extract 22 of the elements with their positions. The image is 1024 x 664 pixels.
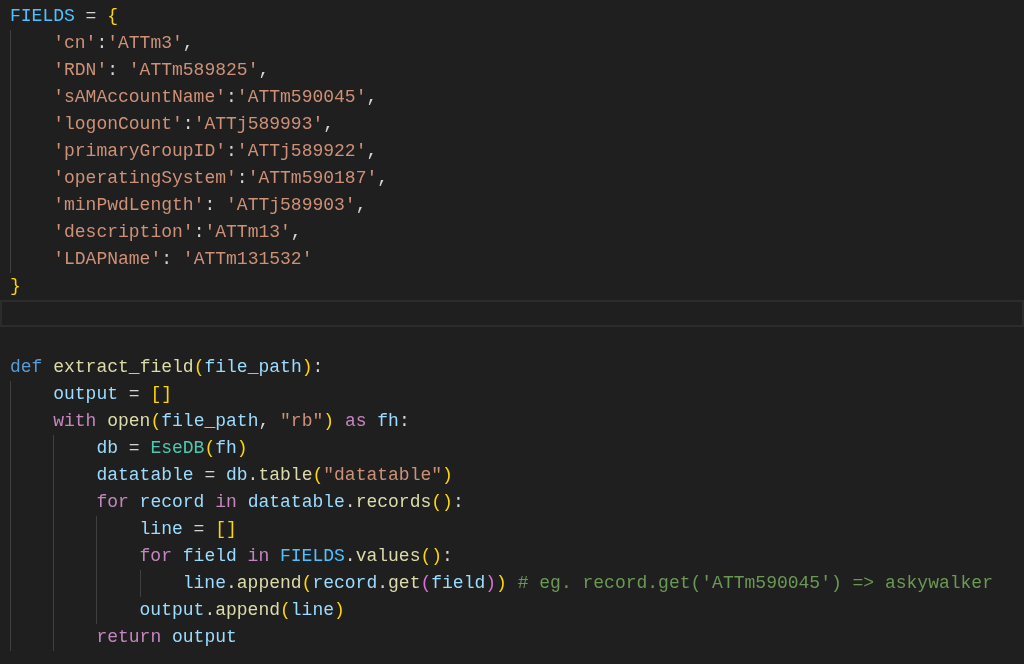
code-line: datatable = db.table("datatable") <box>96 464 453 487</box>
code-line: 'RDN': 'ATTm589825', <box>53 59 270 82</box>
code-line: 'minPwdLength': 'ATTj589903', <box>53 194 367 217</box>
code-line: line.append(record.get(field)) # eg. record.get('ATTm590045') => askywalker <box>182 572 993 595</box>
code-line: 'operatingSystem':'ATTm590187', <box>53 167 389 190</box>
code-line: output = [] <box>53 383 172 406</box>
code-line: for record in datatable.records(): <box>96 491 464 514</box>
code-line: } <box>10 275 21 298</box>
code-line: FIELDS = { <box>10 5 119 28</box>
code-line: for field in FIELDS.values(): <box>139 545 453 568</box>
code-line: return output <box>96 626 237 649</box>
code-line: def extract_field(file_path): <box>10 356 324 379</box>
code-line: 'primaryGroupID':'ATTj589922', <box>53 140 378 163</box>
code-line: with open(file_path, "rb") as fh: <box>53 410 410 433</box>
code-line: line = [] <box>139 518 237 541</box>
code-line: 'description':'ATTm13', <box>53 221 302 244</box>
code-line: 'sAMAccountName':'ATTm590045', <box>53 86 378 109</box>
code-line: 'logonCount':'ATTj589993', <box>53 113 335 136</box>
code-line: 'cn':'ATTm3', <box>53 32 194 55</box>
code-line: db = EseDB(fh) <box>96 437 248 460</box>
code-line: 'LDAPName': 'ATTm131532' <box>53 248 313 271</box>
code-line: output.append(line) <box>139 599 345 622</box>
